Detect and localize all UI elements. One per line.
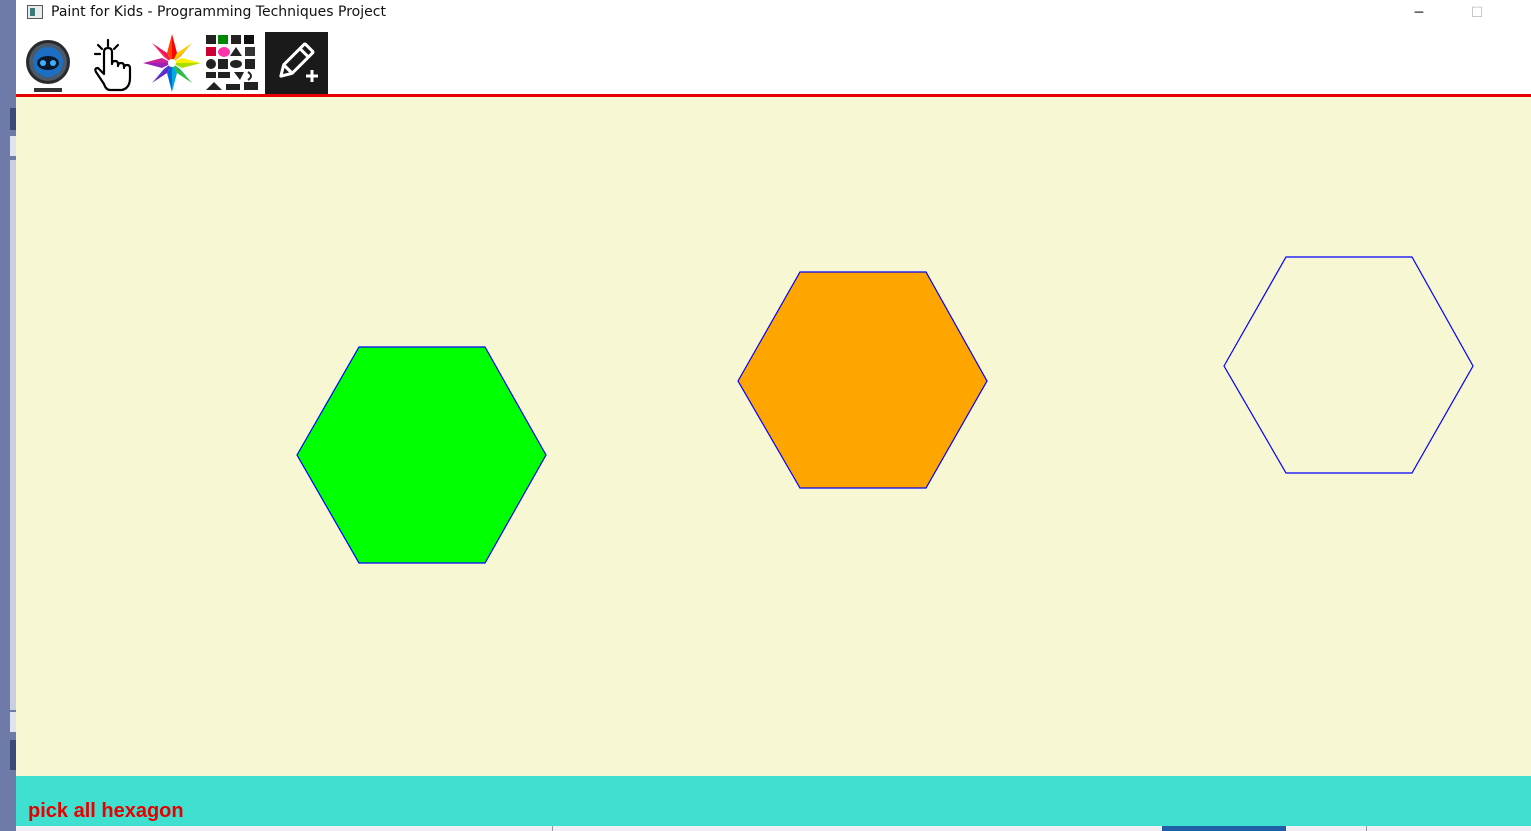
color-wheel-icon[interactable] [140,32,202,94]
title-bar[interactable]: Paint for Kids - Programming Techniques … [16,0,1531,32]
pencil-plus-icon[interactable] [265,32,328,94]
taskbar-active-item [1162,826,1286,831]
hexagon-shape[interactable] [296,346,547,564]
taskbar-divider [552,826,553,831]
canvas-shapes [296,256,1474,564]
background-window-strip [0,0,16,831]
hexagon-shape[interactable] [1223,256,1474,474]
status-bar: pick all hexagon [16,776,1531,826]
maximize-button[interactable]: ☐ [1454,0,1500,28]
taskbar-peek [16,826,1531,831]
minimize-button[interactable]: ─ [1396,0,1442,28]
toolbar [16,32,1531,94]
shapes-palette-icon[interactable] [204,32,264,94]
app-icon [27,5,43,19]
hexagon-shape[interactable] [737,271,988,489]
drawing-canvas[interactable] [16,97,1531,776]
robot-icon[interactable] [22,32,80,94]
status-message: pick all hexagon [28,800,184,822]
window-title: Paint for Kids - Programming Techniques … [51,4,386,20]
pointer-hand-icon[interactable] [84,32,136,94]
taskbar-divider [1366,826,1367,831]
paint-window: Paint for Kids - Programming Techniques … [16,0,1531,831]
